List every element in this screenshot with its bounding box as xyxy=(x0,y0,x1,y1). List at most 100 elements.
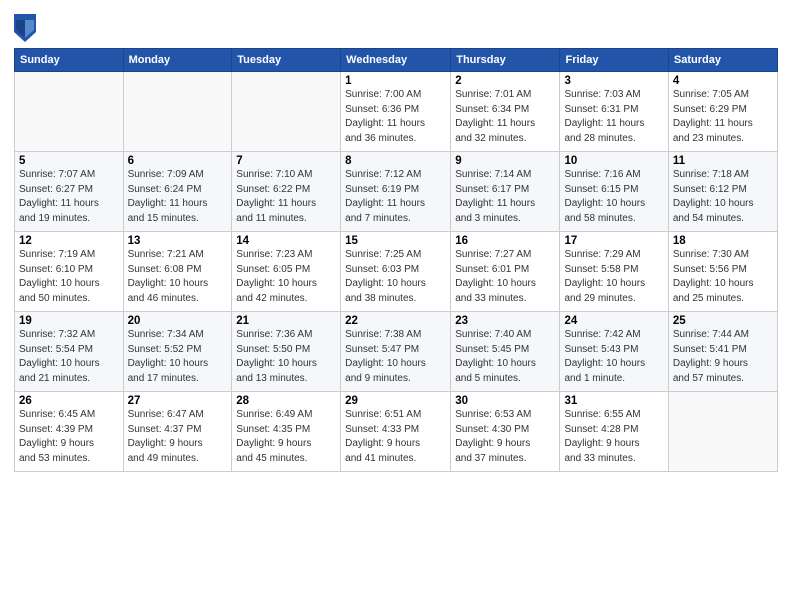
calendar-cell: 1Sunrise: 7:00 AM Sunset: 6:36 PM Daylig… xyxy=(341,72,451,152)
day-info: Sunrise: 7:07 AM Sunset: 6:27 PM Dayligh… xyxy=(19,168,119,226)
day-info: Sunrise: 7:10 AM Sunset: 6:22 PM Dayligh… xyxy=(236,168,336,226)
calendar-cell: 18Sunrise: 7:30 AM Sunset: 5:56 PM Dayli… xyxy=(668,232,777,312)
weekday-header-thursday: Thursday xyxy=(451,49,560,72)
calendar-cell: 29Sunrise: 6:51 AM Sunset: 4:33 PM Dayli… xyxy=(341,392,451,472)
day-number: 27 xyxy=(128,395,228,407)
day-number: 15 xyxy=(345,235,446,247)
day-number: 12 xyxy=(19,235,119,247)
day-number: 23 xyxy=(455,315,555,327)
calendar-cell: 22Sunrise: 7:38 AM Sunset: 5:47 PM Dayli… xyxy=(341,312,451,392)
calendar-cell: 19Sunrise: 7:32 AM Sunset: 5:54 PM Dayli… xyxy=(15,312,124,392)
day-number: 19 xyxy=(19,315,119,327)
day-number: 13 xyxy=(128,235,228,247)
calendar-cell: 23Sunrise: 7:40 AM Sunset: 5:45 PM Dayli… xyxy=(451,312,560,392)
calendar-cell: 16Sunrise: 7:27 AM Sunset: 6:01 PM Dayli… xyxy=(451,232,560,312)
day-info: Sunrise: 7:00 AM Sunset: 6:36 PM Dayligh… xyxy=(345,88,446,146)
day-info: Sunrise: 7:03 AM Sunset: 6:31 PM Dayligh… xyxy=(564,88,663,146)
day-number: 1 xyxy=(345,75,446,87)
day-info: Sunrise: 7:01 AM Sunset: 6:34 PM Dayligh… xyxy=(455,88,555,146)
calendar-table: SundayMondayTuesdayWednesdayThursdayFrid… xyxy=(14,48,778,472)
day-number: 21 xyxy=(236,315,336,327)
calendar-week-3: 12Sunrise: 7:19 AM Sunset: 6:10 PM Dayli… xyxy=(15,232,778,312)
weekday-header-saturday: Saturday xyxy=(668,49,777,72)
day-number: 2 xyxy=(455,75,555,87)
day-info: Sunrise: 6:47 AM Sunset: 4:37 PM Dayligh… xyxy=(128,408,228,466)
calendar-cell: 3Sunrise: 7:03 AM Sunset: 6:31 PM Daylig… xyxy=(560,72,668,152)
calendar-cell xyxy=(668,392,777,472)
day-info: Sunrise: 7:21 AM Sunset: 6:08 PM Dayligh… xyxy=(128,248,228,306)
day-info: Sunrise: 7:36 AM Sunset: 5:50 PM Dayligh… xyxy=(236,328,336,386)
day-info: Sunrise: 6:49 AM Sunset: 4:35 PM Dayligh… xyxy=(236,408,336,466)
day-info: Sunrise: 7:27 AM Sunset: 6:01 PM Dayligh… xyxy=(455,248,555,306)
day-number: 7 xyxy=(236,155,336,167)
calendar-cell xyxy=(232,72,341,152)
calendar-cell: 21Sunrise: 7:36 AM Sunset: 5:50 PM Dayli… xyxy=(232,312,341,392)
calendar-cell: 30Sunrise: 6:53 AM Sunset: 4:30 PM Dayli… xyxy=(451,392,560,472)
day-number: 17 xyxy=(564,235,663,247)
day-number: 31 xyxy=(564,395,663,407)
calendar-cell xyxy=(15,72,124,152)
day-info: Sunrise: 6:55 AM Sunset: 4:28 PM Dayligh… xyxy=(564,408,663,466)
calendar-week-5: 26Sunrise: 6:45 AM Sunset: 4:39 PM Dayli… xyxy=(15,392,778,472)
calendar-cell: 24Sunrise: 7:42 AM Sunset: 5:43 PM Dayli… xyxy=(560,312,668,392)
day-info: Sunrise: 7:40 AM Sunset: 5:45 PM Dayligh… xyxy=(455,328,555,386)
calendar-cell: 31Sunrise: 6:55 AM Sunset: 4:28 PM Dayli… xyxy=(560,392,668,472)
day-info: Sunrise: 7:14 AM Sunset: 6:17 PM Dayligh… xyxy=(455,168,555,226)
calendar-cell: 20Sunrise: 7:34 AM Sunset: 5:52 PM Dayli… xyxy=(123,312,232,392)
weekday-header-monday: Monday xyxy=(123,49,232,72)
calendar-cell: 12Sunrise: 7:19 AM Sunset: 6:10 PM Dayli… xyxy=(15,232,124,312)
day-number: 26 xyxy=(19,395,119,407)
calendar-cell: 2Sunrise: 7:01 AM Sunset: 6:34 PM Daylig… xyxy=(451,72,560,152)
day-number: 6 xyxy=(128,155,228,167)
day-number: 9 xyxy=(455,155,555,167)
calendar-header-row: SundayMondayTuesdayWednesdayThursdayFrid… xyxy=(15,49,778,72)
calendar-cell xyxy=(123,72,232,152)
day-info: Sunrise: 7:05 AM Sunset: 6:29 PM Dayligh… xyxy=(673,88,773,146)
day-info: Sunrise: 7:30 AM Sunset: 5:56 PM Dayligh… xyxy=(673,248,773,306)
day-info: Sunrise: 7:25 AM Sunset: 6:03 PM Dayligh… xyxy=(345,248,446,306)
day-info: Sunrise: 7:42 AM Sunset: 5:43 PM Dayligh… xyxy=(564,328,663,386)
day-number: 8 xyxy=(345,155,446,167)
logo xyxy=(14,14,38,42)
calendar-cell: 11Sunrise: 7:18 AM Sunset: 6:12 PM Dayli… xyxy=(668,152,777,232)
calendar-cell: 7Sunrise: 7:10 AM Sunset: 6:22 PM Daylig… xyxy=(232,152,341,232)
calendar-cell: 26Sunrise: 6:45 AM Sunset: 4:39 PM Dayli… xyxy=(15,392,124,472)
logo-icon xyxy=(14,14,36,42)
day-info: Sunrise: 7:12 AM Sunset: 6:19 PM Dayligh… xyxy=(345,168,446,226)
calendar-cell: 17Sunrise: 7:29 AM Sunset: 5:58 PM Dayli… xyxy=(560,232,668,312)
day-number: 3 xyxy=(564,75,663,87)
day-info: Sunrise: 7:16 AM Sunset: 6:15 PM Dayligh… xyxy=(564,168,663,226)
calendar-week-2: 5Sunrise: 7:07 AM Sunset: 6:27 PM Daylig… xyxy=(15,152,778,232)
day-number: 11 xyxy=(673,155,773,167)
calendar-week-1: 1Sunrise: 7:00 AM Sunset: 6:36 PM Daylig… xyxy=(15,72,778,152)
day-info: Sunrise: 7:23 AM Sunset: 6:05 PM Dayligh… xyxy=(236,248,336,306)
day-info: Sunrise: 7:29 AM Sunset: 5:58 PM Dayligh… xyxy=(564,248,663,306)
day-info: Sunrise: 7:09 AM Sunset: 6:24 PM Dayligh… xyxy=(128,168,228,226)
day-info: Sunrise: 6:53 AM Sunset: 4:30 PM Dayligh… xyxy=(455,408,555,466)
header xyxy=(14,10,778,42)
calendar-cell: 25Sunrise: 7:44 AM Sunset: 5:41 PM Dayli… xyxy=(668,312,777,392)
calendar-cell: 10Sunrise: 7:16 AM Sunset: 6:15 PM Dayli… xyxy=(560,152,668,232)
day-number: 14 xyxy=(236,235,336,247)
calendar-cell: 14Sunrise: 7:23 AM Sunset: 6:05 PM Dayli… xyxy=(232,232,341,312)
day-info: Sunrise: 7:44 AM Sunset: 5:41 PM Dayligh… xyxy=(673,328,773,386)
day-number: 24 xyxy=(564,315,663,327)
calendar-cell: 6Sunrise: 7:09 AM Sunset: 6:24 PM Daylig… xyxy=(123,152,232,232)
day-number: 25 xyxy=(673,315,773,327)
calendar-week-4: 19Sunrise: 7:32 AM Sunset: 5:54 PM Dayli… xyxy=(15,312,778,392)
day-number: 4 xyxy=(673,75,773,87)
calendar-cell: 9Sunrise: 7:14 AM Sunset: 6:17 PM Daylig… xyxy=(451,152,560,232)
day-info: Sunrise: 7:38 AM Sunset: 5:47 PM Dayligh… xyxy=(345,328,446,386)
day-number: 20 xyxy=(128,315,228,327)
day-info: Sunrise: 6:45 AM Sunset: 4:39 PM Dayligh… xyxy=(19,408,119,466)
day-number: 16 xyxy=(455,235,555,247)
calendar-cell: 5Sunrise: 7:07 AM Sunset: 6:27 PM Daylig… xyxy=(15,152,124,232)
day-number: 10 xyxy=(564,155,663,167)
day-info: Sunrise: 7:19 AM Sunset: 6:10 PM Dayligh… xyxy=(19,248,119,306)
day-info: Sunrise: 7:34 AM Sunset: 5:52 PM Dayligh… xyxy=(128,328,228,386)
calendar-cell: 13Sunrise: 7:21 AM Sunset: 6:08 PM Dayli… xyxy=(123,232,232,312)
calendar-cell: 28Sunrise: 6:49 AM Sunset: 4:35 PM Dayli… xyxy=(232,392,341,472)
day-number: 29 xyxy=(345,395,446,407)
day-info: Sunrise: 6:51 AM Sunset: 4:33 PM Dayligh… xyxy=(345,408,446,466)
weekday-header-friday: Friday xyxy=(560,49,668,72)
